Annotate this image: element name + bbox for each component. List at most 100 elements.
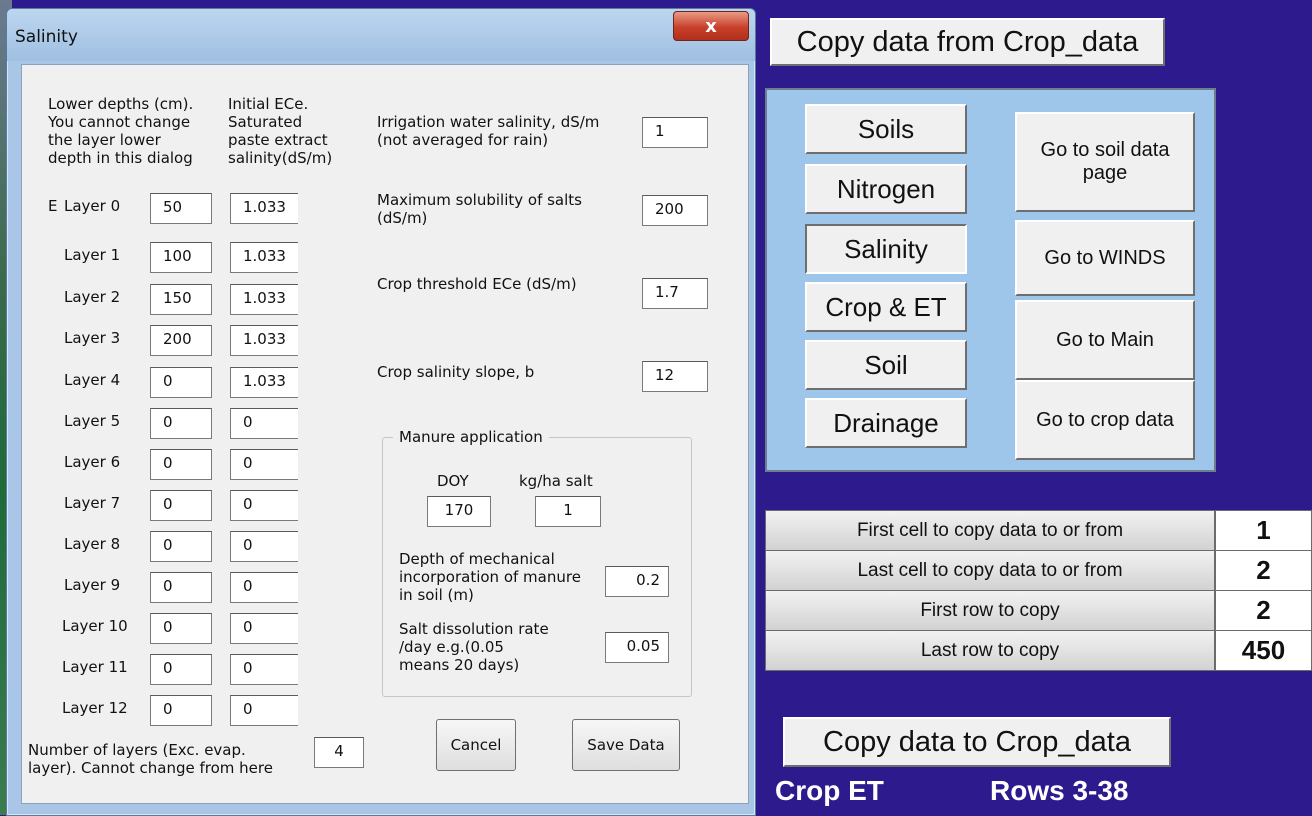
salinity-dialog: Salinity x Lower depths (cm). You cannot…	[6, 8, 756, 816]
layer-ece-input[interactable]: 0	[230, 695, 298, 726]
layer-ece-input[interactable]: 1.033	[230, 325, 298, 356]
dissolution-label: Salt dissolution rate /day e.g.(0.05 mea…	[399, 620, 549, 674]
layers-count-label-line: Number of layers (Exc. evap.	[28, 741, 246, 759]
layer-label: Layer 8	[64, 535, 121, 553]
nav-crop-et-button[interactable]: Crop & ET	[805, 282, 967, 332]
manure-depth-label-line: in soil (m)	[399, 586, 474, 604]
table-row: First row to copy 2	[765, 590, 1312, 631]
dialog-title: Salinity	[15, 27, 78, 47]
dialog-client: Lower depths (cm). You cannot change the…	[21, 64, 749, 804]
table-row-label: Last cell to copy data to or from	[765, 550, 1215, 591]
threshold-label: Crop threshold ECe (dS/m)	[377, 275, 577, 293]
sheet-name-label: Crop ET	[775, 775, 884, 806]
copy-from-crop-data-button[interactable]: Copy data from Crop_data	[770, 18, 1165, 66]
ece-header-line: Initial ECe.	[228, 95, 309, 113]
layer-ece-input[interactable]: 0	[230, 408, 298, 439]
layer-depth-input[interactable]: 0	[150, 613, 212, 644]
close-button[interactable]: x	[673, 11, 749, 41]
table-row-value[interactable]: 450	[1215, 630, 1312, 671]
layer-ece-input[interactable]: 0	[230, 449, 298, 480]
layer-label: Layer 0	[64, 197, 121, 215]
nav-go-to-winds-button[interactable]: Go to WINDS	[1015, 220, 1195, 296]
nav-go-to-soil-data-page-button[interactable]: Go to soil data page	[1015, 112, 1195, 212]
nav-soil-button[interactable]: Soil	[805, 340, 967, 390]
doy-input[interactable]: 170	[427, 496, 491, 527]
save-data-button[interactable]: Save Data	[572, 719, 680, 771]
layer-ece-input[interactable]: 0	[230, 572, 298, 603]
table-row-value[interactable]: 2	[1215, 590, 1312, 631]
layer-depth-input[interactable]: 0	[150, 490, 212, 521]
depths-header-line: the layer lower	[48, 131, 161, 149]
nav-drainage-button[interactable]: Drainage	[805, 398, 967, 448]
table-row: Last row to copy 450	[765, 630, 1312, 671]
layer-label: Layer 7	[64, 494, 121, 512]
layer-prefix: E	[48, 197, 58, 215]
kg-salt-input[interactable]: 1	[535, 496, 601, 527]
layer-label: Layer 2	[64, 288, 121, 306]
depths-header: Lower depths (cm). You cannot change the…	[48, 95, 193, 167]
ece-header-line: paste extract	[228, 131, 328, 149]
layer-ece-input[interactable]: 1.033	[230, 193, 298, 224]
layer-depth-input[interactable]: 200	[150, 325, 212, 356]
crop-slope-input[interactable]: 12	[642, 361, 708, 392]
layer-label: Layer 9	[64, 576, 121, 594]
layer-label: Layer 1	[64, 246, 121, 264]
depths-header-line: You cannot change	[48, 113, 191, 131]
manure-depth-label-line: Depth of mechanical	[399, 550, 555, 568]
copy-to-crop-data-button[interactable]: Copy data to Crop_data	[783, 717, 1171, 767]
layer-depth-input[interactable]: 0	[150, 531, 212, 562]
layer-depth-input[interactable]: 0	[150, 367, 212, 398]
layer-ece-input[interactable]: 0	[230, 531, 298, 562]
layer-depth-input[interactable]: 0	[150, 695, 212, 726]
layer-ece-input[interactable]: 1.033	[230, 242, 298, 273]
layer-label: Layer 12	[62, 699, 128, 717]
layer-ece-input[interactable]: 1.033	[230, 367, 298, 398]
nav-go-to-crop-data-button[interactable]: Go to crop data	[1015, 380, 1195, 460]
layer-depth-input[interactable]: 0	[150, 654, 212, 685]
irrigation-salinity-input[interactable]: 1	[642, 117, 708, 148]
layer-depth-input[interactable]: 0	[150, 408, 212, 439]
table-row-value[interactable]: 2	[1215, 550, 1312, 591]
depths-header-line: Lower depths (cm).	[48, 95, 194, 113]
layer-depth-input[interactable]: 50	[150, 193, 212, 224]
layer-depth-input[interactable]: 100	[150, 242, 212, 273]
rows-range-label: Rows 3-38	[990, 775, 1129, 806]
layer-depth-input[interactable]: 0	[150, 572, 212, 603]
ece-header-line: Saturated	[228, 113, 303, 131]
irrigation-label: Irrigation water salinity, dS/m (not ave…	[377, 113, 599, 149]
crop-threshold-input[interactable]: 1.7	[642, 278, 708, 309]
layers-count-input[interactable]: 4	[314, 737, 364, 768]
layer-label: Layer 5	[64, 412, 121, 430]
manure-depth-input[interactable]: 0.2	[605, 566, 669, 597]
layer-depth-input[interactable]: 150	[150, 284, 212, 315]
nav-go-to-main-button[interactable]: Go to Main	[1015, 300, 1195, 380]
max-solubility-input[interactable]: 200	[642, 195, 708, 226]
layer-label: Layer 4	[64, 371, 121, 389]
manure-depth-label-line: incorporation of manure	[399, 568, 581, 586]
doy-label: DOY	[437, 472, 469, 490]
layer-label: Layer 6	[64, 453, 121, 471]
layer-ece-input[interactable]: 0	[230, 654, 298, 685]
table-row: Last cell to copy data to or from 2	[765, 550, 1312, 591]
nav-soils-button[interactable]: Soils	[805, 104, 967, 154]
dissolution-label-line: means 20 days)	[399, 656, 520, 674]
layers-count-label-line: layer). Cannot change from here	[28, 759, 273, 777]
layer-ece-input[interactable]: 1.033	[230, 284, 298, 315]
solubility-label: Maximum solubility of salts (dS/m)	[377, 191, 582, 227]
solubility-label-line: (dS/m)	[377, 209, 428, 227]
dissolution-label-line: /day e.g.(0.05	[399, 638, 504, 656]
nav-nitrogen-button[interactable]: Nitrogen	[805, 164, 967, 214]
layer-depth-input[interactable]: 0	[150, 449, 212, 480]
cancel-button[interactable]: Cancel	[436, 719, 516, 771]
irrigation-label-line: (not averaged for rain)	[377, 131, 549, 149]
dialog-titlebar: Salinity x	[7, 9, 755, 61]
ece-header: Initial ECe. Saturated paste extract sal…	[228, 95, 332, 167]
dissolution-rate-input[interactable]: 0.05	[605, 632, 669, 663]
slope-label: Crop salinity slope, b	[377, 363, 535, 381]
table-row-value[interactable]: 1	[1215, 510, 1312, 551]
layer-ece-input[interactable]: 0	[230, 613, 298, 644]
manure-legend: Manure application	[393, 428, 549, 446]
table-row: First cell to copy data to or from 1	[765, 510, 1312, 551]
nav-salinity-button[interactable]: Salinity	[805, 224, 967, 274]
layer-ece-input[interactable]: 0	[230, 490, 298, 521]
